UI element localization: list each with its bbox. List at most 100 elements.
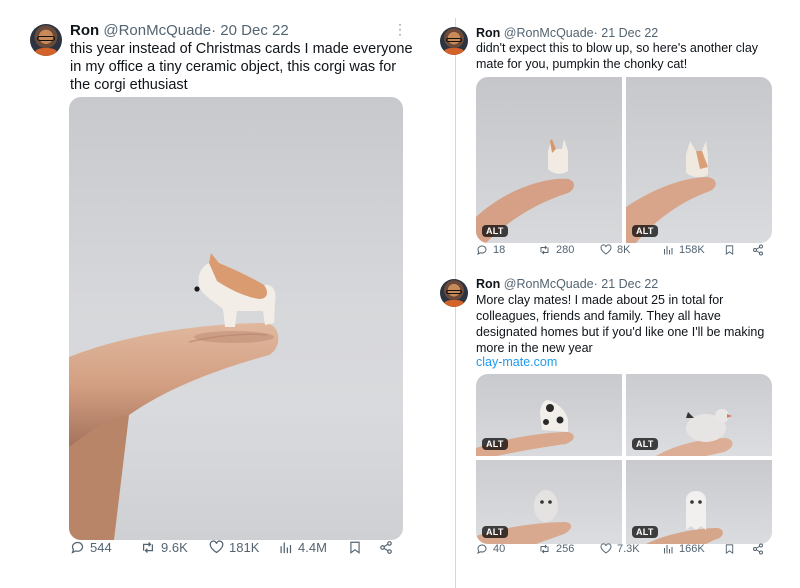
tweet-photo-grid: ALT ALT ALT ALT bbox=[476, 374, 772, 544]
more-options-icon[interactable]: ⋮ bbox=[393, 21, 407, 38]
like-button[interactable]: 7.3K bbox=[600, 543, 640, 555]
tweet-photo-grid: ALT ALT bbox=[476, 77, 772, 243]
tweet-2[interactable]: Ron @RonMcQuade· 21 Dec 22 didn't expect… bbox=[440, 0, 800, 272]
alt-badge[interactable]: ALT bbox=[482, 438, 508, 450]
separator: · bbox=[593, 277, 598, 291]
alt-badge[interactable]: ALT bbox=[482, 225, 508, 237]
tweet-text-line: more in the new year bbox=[476, 341, 593, 355]
repost-count: 9.6K bbox=[161, 539, 188, 555]
author-handle[interactable]: @RonMcQuade bbox=[103, 22, 211, 39]
tweet-date[interactable]: 21 Dec 22 bbox=[601, 277, 658, 291]
like-count: 181K bbox=[229, 539, 260, 555]
tweet-text-line: didn't expect this to blow up, so here's… bbox=[476, 41, 759, 55]
avatar[interactable] bbox=[440, 279, 468, 307]
reply-icon bbox=[477, 245, 487, 255]
tweet-text: didn't expect this to blow up, so here's… bbox=[476, 40, 758, 72]
author-handle[interactable]: @RonMcQuade bbox=[504, 26, 594, 40]
bookmark-button[interactable] bbox=[724, 543, 735, 555]
tweet-photo[interactable]: ALT bbox=[626, 460, 772, 544]
tweet-text-line: this year instead of Christmas cards I m… bbox=[70, 41, 413, 57]
tweet-photo[interactable]: ALT bbox=[626, 77, 772, 243]
tweet-date[interactable]: 21 Dec 22 bbox=[601, 26, 658, 40]
corgi-figurine-photo bbox=[69, 253, 279, 540]
repost-button[interactable]: 256 bbox=[538, 543, 574, 555]
reply-icon bbox=[477, 544, 487, 554]
tweet-3[interactable]: Ron @RonMcQuade· 21 Dec 22 More clay mat… bbox=[440, 272, 800, 588]
tweet-text-line: designated homes but if you'd like one I… bbox=[476, 325, 765, 339]
bookmark-icon bbox=[725, 544, 734, 555]
bookmark-button[interactable] bbox=[348, 540, 362, 555]
cat-figurine-photo bbox=[476, 139, 574, 243]
avatar[interactable] bbox=[440, 27, 468, 55]
view-count: 158K bbox=[679, 244, 705, 256]
views-button[interactable]: 166K bbox=[662, 543, 705, 555]
tweet-photo[interactable]: ALT bbox=[626, 374, 772, 456]
tweet-date[interactable]: 20 Dec 22 bbox=[220, 22, 288, 39]
views-icon bbox=[664, 246, 673, 255]
share-button[interactable] bbox=[379, 540, 393, 555]
bookmark-button[interactable] bbox=[724, 244, 735, 256]
author-name[interactable]: Ron bbox=[476, 26, 500, 40]
tweet-header: Ron @RonMcQuade· 21 Dec 22 bbox=[476, 26, 658, 40]
repost-icon bbox=[540, 544, 549, 554]
view-count: 4.4M bbox=[298, 539, 327, 555]
share-icon bbox=[753, 543, 763, 555]
author-name[interactable]: Ron bbox=[476, 277, 500, 291]
alt-badge[interactable]: ALT bbox=[632, 438, 658, 450]
views-button[interactable]: 4.4M bbox=[278, 540, 327, 555]
share-button[interactable] bbox=[752, 543, 764, 555]
reply-button[interactable]: 544 bbox=[70, 540, 112, 555]
author-name[interactable]: Ron bbox=[70, 22, 99, 39]
repost-button[interactable]: 9.6K bbox=[140, 540, 188, 555]
alt-badge[interactable]: ALT bbox=[632, 526, 658, 538]
cat-figurine-photo bbox=[626, 141, 716, 243]
external-link[interactable]: clay-mate.com bbox=[476, 355, 557, 369]
tweet-text-line: the corgi ethusiast bbox=[70, 77, 188, 93]
repost-icon bbox=[143, 541, 153, 553]
view-count: 166K bbox=[679, 543, 705, 555]
like-button[interactable]: 8K bbox=[600, 244, 630, 256]
tweet-header: Ron @RonMcQuade· 21 Dec 22 bbox=[476, 277, 658, 291]
bookmark-icon bbox=[350, 541, 360, 554]
reply-button[interactable]: 40 bbox=[476, 543, 505, 555]
tweet-photo[interactable]: ALT bbox=[476, 374, 622, 456]
tweet-photo[interactable]: ALT bbox=[476, 460, 622, 544]
tweet-text: this year instead of Christmas cards I m… bbox=[70, 40, 413, 94]
tweet-text-line: mate for you, pumpkin the chonky cat! bbox=[476, 57, 688, 71]
separator: · bbox=[593, 26, 598, 40]
alt-badge[interactable]: ALT bbox=[482, 526, 508, 538]
views-button[interactable]: 158K bbox=[662, 244, 705, 256]
share-icon bbox=[753, 244, 763, 256]
repost-count: 280 bbox=[556, 244, 575, 256]
repost-count: 256 bbox=[556, 543, 575, 555]
reply-button[interactable]: 18 bbox=[476, 244, 505, 256]
repost-button[interactable]: 280 bbox=[538, 244, 574, 256]
like-button[interactable]: 181K bbox=[209, 540, 259, 555]
tweet-text-line: More clay mates! I made about 25 in tota… bbox=[476, 293, 724, 307]
heart-icon bbox=[600, 244, 612, 255]
tweet-1[interactable]: Ron @RonMcQuade· 20 Dec 22 ⋮ this year i… bbox=[0, 0, 455, 588]
reply-count: 544 bbox=[90, 539, 112, 555]
like-count: 7.3K bbox=[617, 543, 640, 555]
alt-badge[interactable]: ALT bbox=[632, 225, 658, 237]
avatar[interactable] bbox=[30, 24, 62, 56]
tweet-photo[interactable]: ALT bbox=[476, 77, 622, 243]
tweet-photo[interactable] bbox=[69, 97, 403, 540]
reply-count: 40 bbox=[493, 543, 506, 555]
reply-icon bbox=[71, 541, 84, 554]
heart-icon bbox=[600, 543, 612, 554]
tweet-text: More clay mates! I made about 25 in tota… bbox=[476, 292, 764, 356]
bookmark-icon bbox=[725, 245, 734, 256]
reply-count: 18 bbox=[493, 244, 506, 256]
author-handle[interactable]: @RonMcQuade bbox=[504, 277, 594, 291]
like-count: 8K bbox=[617, 244, 631, 256]
share-button[interactable] bbox=[752, 244, 764, 256]
views-icon bbox=[664, 545, 673, 554]
views-icon bbox=[280, 542, 292, 553]
share-icon bbox=[380, 540, 392, 554]
tweet-text-line: colleagues, friends and family. They all… bbox=[476, 309, 721, 323]
tweet-text-line: in my office a tiny ceramic object, this… bbox=[70, 59, 397, 75]
separator: · bbox=[211, 22, 217, 39]
repost-icon bbox=[540, 245, 549, 255]
tweet-header: Ron @RonMcQuade· 20 Dec 22 bbox=[70, 22, 289, 39]
